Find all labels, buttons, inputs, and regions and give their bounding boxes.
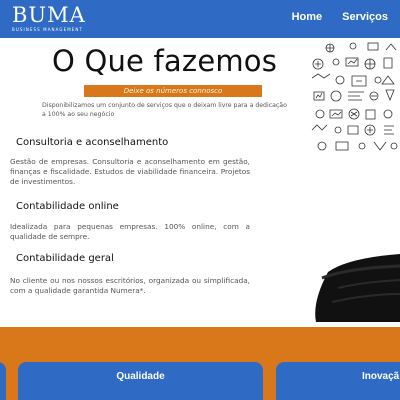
feature-card-left[interactable] — [0, 362, 6, 400]
section-title-online-accounting: Contabilidade online — [16, 201, 119, 212]
business-doodles-illustration — [311, 42, 398, 151]
nav-services-link[interactable]: Serviços — [342, 11, 388, 23]
page-title: O Que fazemos — [52, 44, 278, 78]
section-text-consulting: Gestão de empresas. Consultoria e aconse… — [10, 157, 250, 186]
nav-home-link[interactable]: Home — [292, 11, 323, 23]
section-text-online-accounting: Idealizada para pequenas empresas. 100% … — [10, 222, 250, 241]
page: BUMA BUSINESS MANAGEMENT Home Serviços O… — [0, 0, 400, 400]
logo-subtitle: BUSINESS MANAGEMENT — [12, 27, 84, 32]
tagline-badge: Deixe os números connosco — [84, 85, 262, 97]
hero-description: Disponibilizamos um conjunto de serviços… — [42, 102, 287, 118]
feature-card-quality[interactable]: Qualidade — [18, 362, 263, 400]
logo-name: BUMA — [12, 3, 86, 27]
site-header: BUMA BUSINESS MANAGEMENT Home Serviços — [0, 0, 400, 38]
section-title-general-accounting: Contabilidade geral — [16, 253, 114, 264]
section-title-consulting: Consultoria e aconselhamento — [16, 137, 169, 148]
feature-card-quality-label: Qualidade — [116, 371, 165, 382]
feature-card-innovation-label: Inovaçã — [362, 371, 400, 382]
laptop-image — [315, 254, 400, 322]
logo[interactable]: BUMA BUSINESS MANAGEMENT — [12, 4, 86, 32]
feature-card-innovation[interactable]: Inovaçã — [276, 362, 400, 400]
main-nav: Home Serviços — [292, 11, 388, 23]
section-text-general-accounting: No cliente ou nos nossos escritórios, or… — [10, 276, 250, 295]
